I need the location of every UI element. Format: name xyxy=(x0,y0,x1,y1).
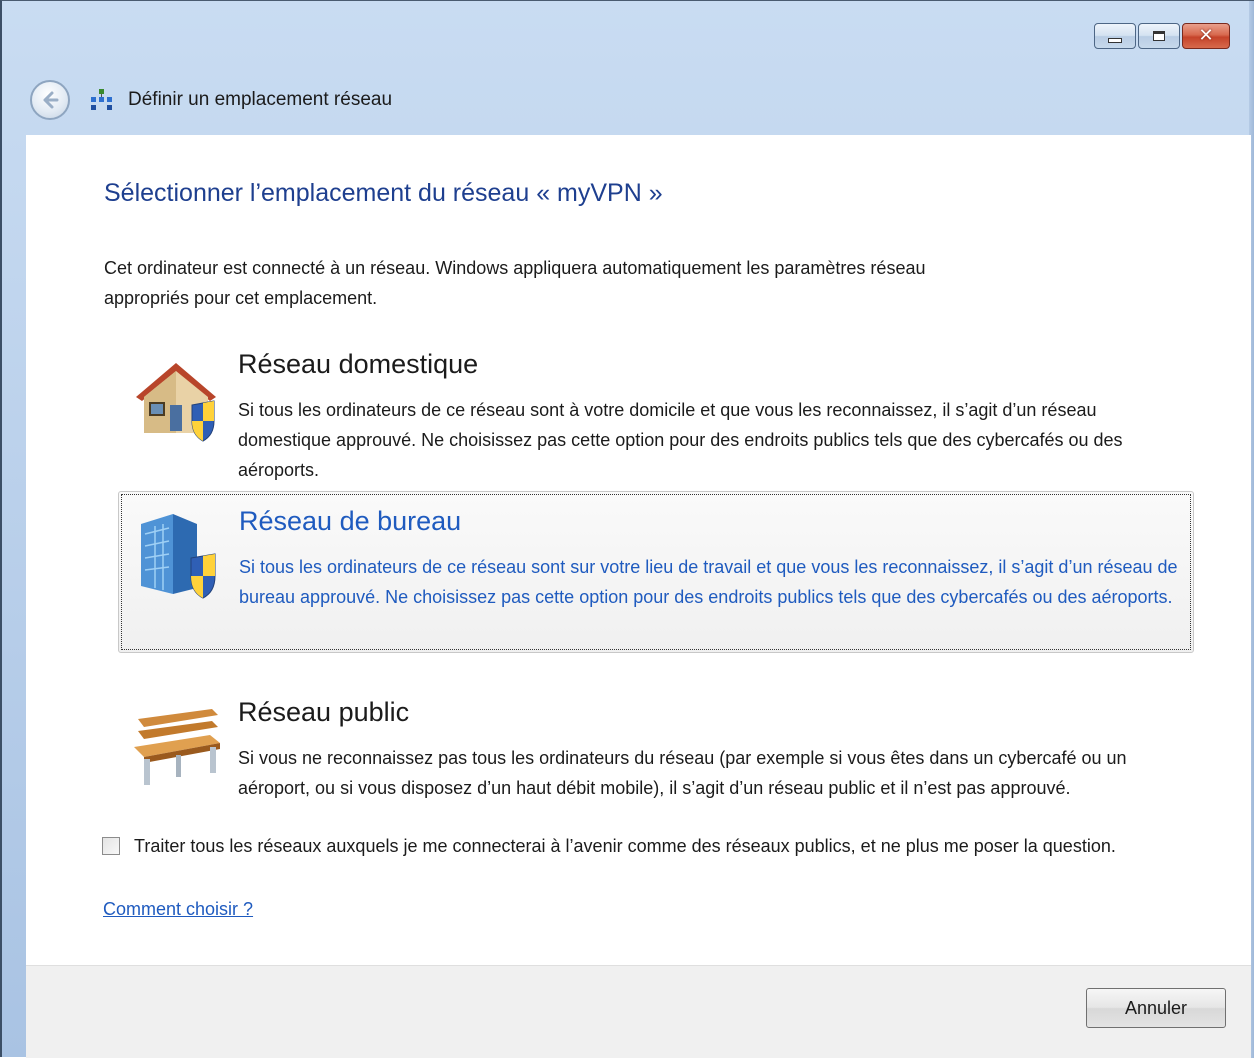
maximize-icon xyxy=(1153,31,1165,41)
page-description: Cet ordinateur est connecté à un réseau.… xyxy=(104,258,926,308)
content-panel: Sélectionner l’emplacement du réseau « m… xyxy=(26,135,1251,965)
option-title: Réseau domestique xyxy=(238,349,479,379)
work-network-icon xyxy=(141,514,216,599)
minimize-icon xyxy=(1108,37,1122,43)
option-title: Réseau public xyxy=(238,697,410,727)
footer-bar: Annuler xyxy=(26,965,1251,1058)
option-work-network[interactable]: Réseau de bureau Si tous les ordinateurs… xyxy=(118,491,1194,653)
option-description: Si tous les ordinateurs de ce réseau son… xyxy=(238,400,1123,480)
close-icon: ✕ xyxy=(1198,25,1214,46)
maximize-button[interactable] xyxy=(1138,23,1180,49)
checkbox-label[interactable]: Traiter tous les réseaux auxquels je me … xyxy=(134,831,1194,861)
help-link[interactable]: Comment choisir ? xyxy=(103,899,253,920)
network-icon xyxy=(91,89,112,110)
home-network-icon xyxy=(136,363,216,442)
cancel-button[interactable]: Annuler xyxy=(1086,988,1226,1028)
navigation-bar: Définir un emplacement réseau xyxy=(30,79,392,121)
caption-buttons: ✕ xyxy=(1094,23,1230,51)
window-title: Définir un emplacement réseau xyxy=(128,89,393,110)
option-title: Réseau de bureau xyxy=(239,506,462,536)
public-networks-checkbox-row: Traiter tous les réseaux auxquels je me … xyxy=(102,831,1194,861)
option-home-network[interactable]: Réseau domestique Si tous les ordinateur… xyxy=(118,335,1194,497)
public-network-icon xyxy=(134,709,220,785)
treat-all-public-checkbox[interactable] xyxy=(102,837,120,855)
option-description: Si vous ne reconnaissez pas tous les ord… xyxy=(238,748,1127,798)
option-description: Si tous les ordinateurs de ce réseau son… xyxy=(239,557,1178,607)
minimize-button[interactable] xyxy=(1094,23,1136,49)
option-public-network[interactable]: Réseau public Si vous ne reconnaissez pa… xyxy=(118,683,1194,845)
dialog-window: ✕ Définir un emplacement réseau Sélectio… xyxy=(0,0,1254,1058)
back-button[interactable] xyxy=(30,80,70,120)
page-title: Sélectionner l’emplacement du réseau « m… xyxy=(104,179,663,207)
close-button[interactable]: ✕ xyxy=(1182,23,1230,49)
back-arrow-icon xyxy=(43,91,59,109)
